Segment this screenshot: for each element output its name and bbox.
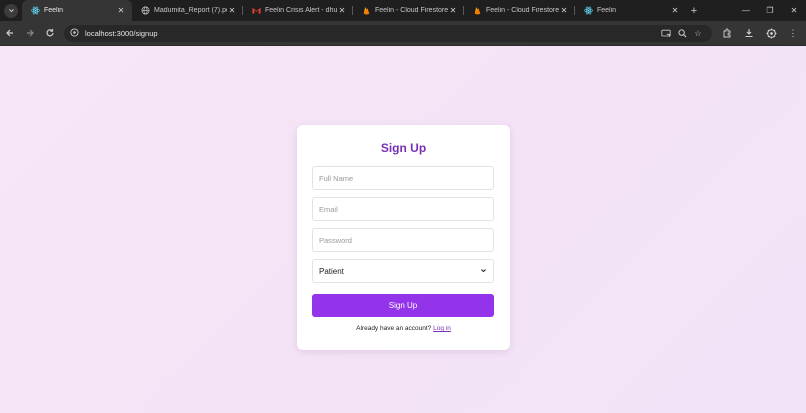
tab-crisis-alert[interactable]: Feelin Crisis Alert - dhu ✕ <box>243 0 353 21</box>
address-bar[interactable]: localhost:3000/signup ☆ <box>64 24 712 42</box>
signup-button[interactable]: Sign Up <box>312 294 494 317</box>
download-icon[interactable] <box>738 28 760 39</box>
tab-title: Madumita_Report (7).pdf <box>154 7 227 14</box>
tab-search-button[interactable] <box>0 0 22 21</box>
reload-icon[interactable] <box>40 23 60 43</box>
chevron-down-icon <box>8 9 14 13</box>
close-icon[interactable]: ✕ <box>227 6 237 15</box>
chevron-down-icon <box>480 267 487 276</box>
signup-card: Sign Up Patient Sign Up Already have an … <box>297 125 510 350</box>
role-select-value: Patient <box>319 266 344 276</box>
restore-icon[interactable]: ❐ <box>758 0 782 21</box>
firebase-icon <box>362 6 371 15</box>
login-prompt: Already have an account? Log in <box>297 325 510 332</box>
tab-title: Feelin - Cloud Firestore - F <box>375 7 448 14</box>
site-info-icon[interactable] <box>70 24 79 42</box>
forward-icon[interactable] <box>20 23 40 43</box>
page-viewport: Sign Up Patient Sign Up Already have an … <box>0 46 806 413</box>
tab-strip: Feelin ✕ Madumita_Report (7).pdf ✕ Feeli… <box>0 0 806 21</box>
extensions-icon[interactable] <box>716 28 738 39</box>
profile-icon[interactable] <box>760 27 782 39</box>
tab-madumita-report[interactable]: Madumita_Report (7).pdf ✕ <box>132 0 243 21</box>
full-name-input[interactable] <box>312 166 494 190</box>
firebase-icon <box>473 6 482 15</box>
login-prompt-text: Already have an account? <box>356 325 432 332</box>
password-input[interactable] <box>312 228 494 252</box>
minimize-icon[interactable]: — <box>734 0 758 21</box>
browser-toolbar: localhost:3000/signup ☆ ⋮ <box>0 21 806 46</box>
menu-kebab-icon[interactable]: ⋮ <box>782 28 804 39</box>
gmail-icon <box>252 6 261 15</box>
react-icon <box>584 6 593 15</box>
tab-title: Feelin <box>44 7 64 14</box>
close-icon[interactable]: ✕ <box>670 6 680 15</box>
tab-title: Feelin - Cloud Firestore - F <box>486 7 559 14</box>
close-icon[interactable]: ✕ <box>448 6 458 15</box>
new-tab-button[interactable]: + <box>686 0 702 21</box>
close-window-icon[interactable]: ✕ <box>782 0 806 21</box>
cast-icon[interactable] <box>658 29 674 38</box>
tab-firestore-1[interactable]: Feelin - Cloud Firestore - F ✕ <box>353 0 464 21</box>
window-controls: — ❐ ✕ <box>734 0 806 21</box>
tab-title: Feelin <box>597 7 617 14</box>
bookmark-star-icon[interactable]: ☆ <box>690 29 706 38</box>
email-input[interactable] <box>312 197 494 221</box>
tab-title: Feelin Crisis Alert - dhu <box>265 7 337 14</box>
close-icon[interactable]: ✕ <box>116 6 126 15</box>
role-select[interactable]: Patient <box>312 259 494 283</box>
react-icon <box>31 6 40 15</box>
close-icon[interactable]: ✕ <box>559 6 569 15</box>
globe-icon <box>141 6 150 15</box>
login-link[interactable]: Log in <box>433 325 451 332</box>
tab-firestore-2[interactable]: Feelin - Cloud Firestore - F ✕ <box>464 0 575 21</box>
url-text: localhost:3000/signup <box>85 28 158 38</box>
zoom-icon[interactable] <box>674 28 690 38</box>
tab-feelin-active[interactable]: Feelin ✕ <box>22 0 132 21</box>
page-title: Sign Up <box>380 141 427 155</box>
tab-feelin-2[interactable]: Feelin ✕ <box>575 0 686 21</box>
back-icon[interactable] <box>0 23 20 43</box>
close-icon[interactable]: ✕ <box>337 6 347 15</box>
